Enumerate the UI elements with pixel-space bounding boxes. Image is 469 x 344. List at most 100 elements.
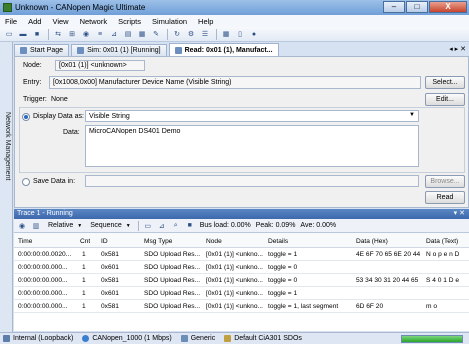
cell-node: [0x01 (1)] <unkno...: [206, 264, 263, 271]
status-baud[interactable]: CANopen_1000 (1 Mbps): [82, 335, 172, 342]
menu-help[interactable]: Help: [198, 17, 213, 26]
document-icon[interactable]: ▯: [234, 29, 246, 40]
table-row[interactable]: 0:00:00:00.000... 1 0x581 SDO Upload Res…: [14, 275, 469, 287]
properties-icon[interactable]: ☰: [199, 29, 211, 40]
select-button[interactable]: Select...: [425, 76, 465, 89]
column-header[interactable]: Node: [206, 238, 222, 245]
refresh-icon[interactable]: ↻: [171, 29, 183, 40]
profile-value: Generic: [190, 335, 216, 342]
edit-button[interactable]: Edit...: [425, 93, 465, 106]
trace-clear-icon[interactable]: ▥: [30, 220, 42, 231]
tab-start-page[interactable]: Start Page: [14, 44, 70, 56]
trace-start-icon[interactable]: ◉: [16, 220, 28, 231]
cell-details: toggle = 1, last segment: [268, 303, 339, 310]
column-header[interactable]: Data (Text): [426, 238, 458, 245]
save-trace-icon[interactable]: ■: [184, 220, 196, 231]
trace-grid[interactable]: Time Cnt ID Msg Type Node Details Data (…: [14, 233, 469, 331]
sdo-icon: [224, 335, 232, 342]
status-sdos[interactable]: Default CiA301 SDOs: [224, 335, 302, 342]
toolbar-separator: [137, 220, 139, 231]
script-icon[interactable]: ✎: [150, 29, 162, 40]
filter-icon[interactable]: ⊿: [108, 29, 120, 40]
display-format-value: Visible String: [89, 112, 130, 120]
node-select[interactable]: [0x01 (1)] <unknown>: [55, 60, 145, 71]
cell-id: 0x581: [101, 277, 119, 284]
cell-msg-type: SDO Upload Res...: [144, 277, 201, 284]
cell-msg-type: SDO Upload Res...: [144, 251, 201, 258]
cell-data-hex: 6D 6F 20: [356, 303, 384, 310]
close-button[interactable]: X: [429, 1, 467, 13]
cell-data-text: m o: [426, 303, 437, 310]
save-data-radio[interactable]: [22, 178, 30, 186]
minimize-button[interactable]: –: [383, 1, 405, 13]
menu-file[interactable]: File: [5, 17, 17, 26]
column-header[interactable]: Cnt: [80, 238, 90, 245]
node-icon[interactable]: ◉: [80, 29, 92, 40]
data-label: Data:: [63, 129, 80, 136]
cell-data-hex: 4E 6F 70 65 6E 20 44: [356, 251, 421, 258]
display-format-select[interactable]: Visible String ▼: [85, 110, 419, 122]
tab-simulation[interactable]: Sim: 0x01 (1) [Running]: [71, 44, 167, 56]
trace-order-select[interactable]: Sequence ▼: [90, 222, 130, 229]
cell-time: 0:00:00:00.0020...: [18, 251, 72, 258]
network-management-label[interactable]: Network Management: [2, 112, 11, 180]
save-data-label: Save Data in:: [33, 178, 76, 185]
column-header[interactable]: Msg Type: [144, 238, 172, 245]
copy-icon[interactable]: ▭: [142, 220, 154, 231]
config-icon[interactable]: ⚙: [185, 29, 197, 40]
menu-simulation[interactable]: Simulation: [152, 17, 187, 26]
table-row[interactable]: 0:00:00:00.000... 1 0x581 SDO Upload Res…: [14, 301, 469, 313]
save-icon[interactable]: ■: [31, 29, 43, 40]
open-folder-icon[interactable]: ▬: [17, 29, 29, 40]
title-bar[interactable]: Unknown - CANopen Magic Ultimate – □ X: [0, 0, 469, 15]
data-textarea[interactable]: MicroCANopen DS401 Demo: [85, 125, 419, 167]
cell-time: 0:00:00:00.000...: [18, 303, 68, 310]
connect-icon[interactable]: ⇆: [52, 29, 64, 40]
trace-title: Trace 1 - Running: [17, 210, 73, 217]
entry-value: [0x1008,0x00] Manufacturer Device Name (…: [53, 79, 232, 86]
tab-read[interactable]: Read: 0x01 (1), Manufact...: [168, 43, 279, 56]
menu-add[interactable]: Add: [28, 17, 41, 26]
menu-bar: File Add View Network Scripts Simulation…: [0, 15, 469, 27]
filter-icon[interactable]: ⊿: [156, 220, 168, 231]
trace-icon[interactable]: ≡: [94, 29, 106, 40]
table-row[interactable]: 0:00:00:00.000... 1 0x601 SDO Upload Res…: [14, 262, 469, 274]
trace-toolbar: ◉ ▥ Relative ▼ Sequence ▼ ▭ ⊿ ⌕ ■ Bus lo…: [14, 219, 469, 233]
baud-icon: [82, 335, 90, 342]
status-profile[interactable]: Generic: [180, 335, 216, 342]
cell-time: 0:00:00:00.000...: [18, 264, 68, 271]
column-header[interactable]: Details: [268, 238, 288, 245]
menu-view[interactable]: View: [52, 17, 68, 26]
browse-button[interactable]: Browse...: [425, 175, 465, 188]
display-data-label: Display Data as:: [33, 113, 84, 120]
display-data-radio[interactable]: [22, 113, 30, 121]
save-path-input[interactable]: [85, 175, 419, 187]
trace-header-controls[interactable]: ▾ ✕: [454, 209, 465, 219]
table-row[interactable]: 0:00:00:00.000... 1 0x601 SDO Upload Res…: [14, 288, 469, 300]
read-button[interactable]: Read: [425, 191, 465, 204]
read-icon: [174, 46, 182, 54]
baud-value: CANopen_1000 (1 Mbps): [92, 335, 172, 342]
network-icon[interactable]: ⊞: [66, 29, 78, 40]
cell-msg-type: SDO Upload Res...: [144, 290, 201, 297]
table-icon[interactable]: ▦: [136, 29, 148, 40]
column-header[interactable]: Data (Hex): [356, 238, 388, 245]
column-header[interactable]: ID: [101, 238, 108, 245]
side-panel[interactable]: Network Management: [0, 42, 13, 332]
table-row[interactable]: 0:00:00:00.0020... 1 0x581 SDO Upload Re…: [14, 249, 469, 261]
cell-details: toggle = 1: [268, 251, 298, 258]
graph-icon[interactable]: ▤: [122, 29, 134, 40]
status-interface[interactable]: Internal (Loopback): [3, 335, 73, 342]
tab-controls[interactable]: ◂ ▸ ✕: [449, 45, 466, 53]
trace-mode-select[interactable]: Relative ▼: [48, 222, 82, 229]
stop-icon[interactable]: ●: [248, 29, 260, 40]
cell-count: 1: [82, 264, 86, 271]
window-title: Unknown - CANopen Magic Ultimate: [15, 3, 146, 12]
new-file-icon[interactable]: ▭: [3, 29, 15, 40]
column-header[interactable]: Time: [18, 238, 32, 245]
grid-icon[interactable]: ▦: [220, 29, 232, 40]
menu-scripts[interactable]: Scripts: [118, 17, 141, 26]
menu-network[interactable]: Network: [80, 17, 108, 26]
search-icon[interactable]: ⌕: [170, 220, 182, 231]
maximize-button[interactable]: □: [406, 1, 428, 13]
